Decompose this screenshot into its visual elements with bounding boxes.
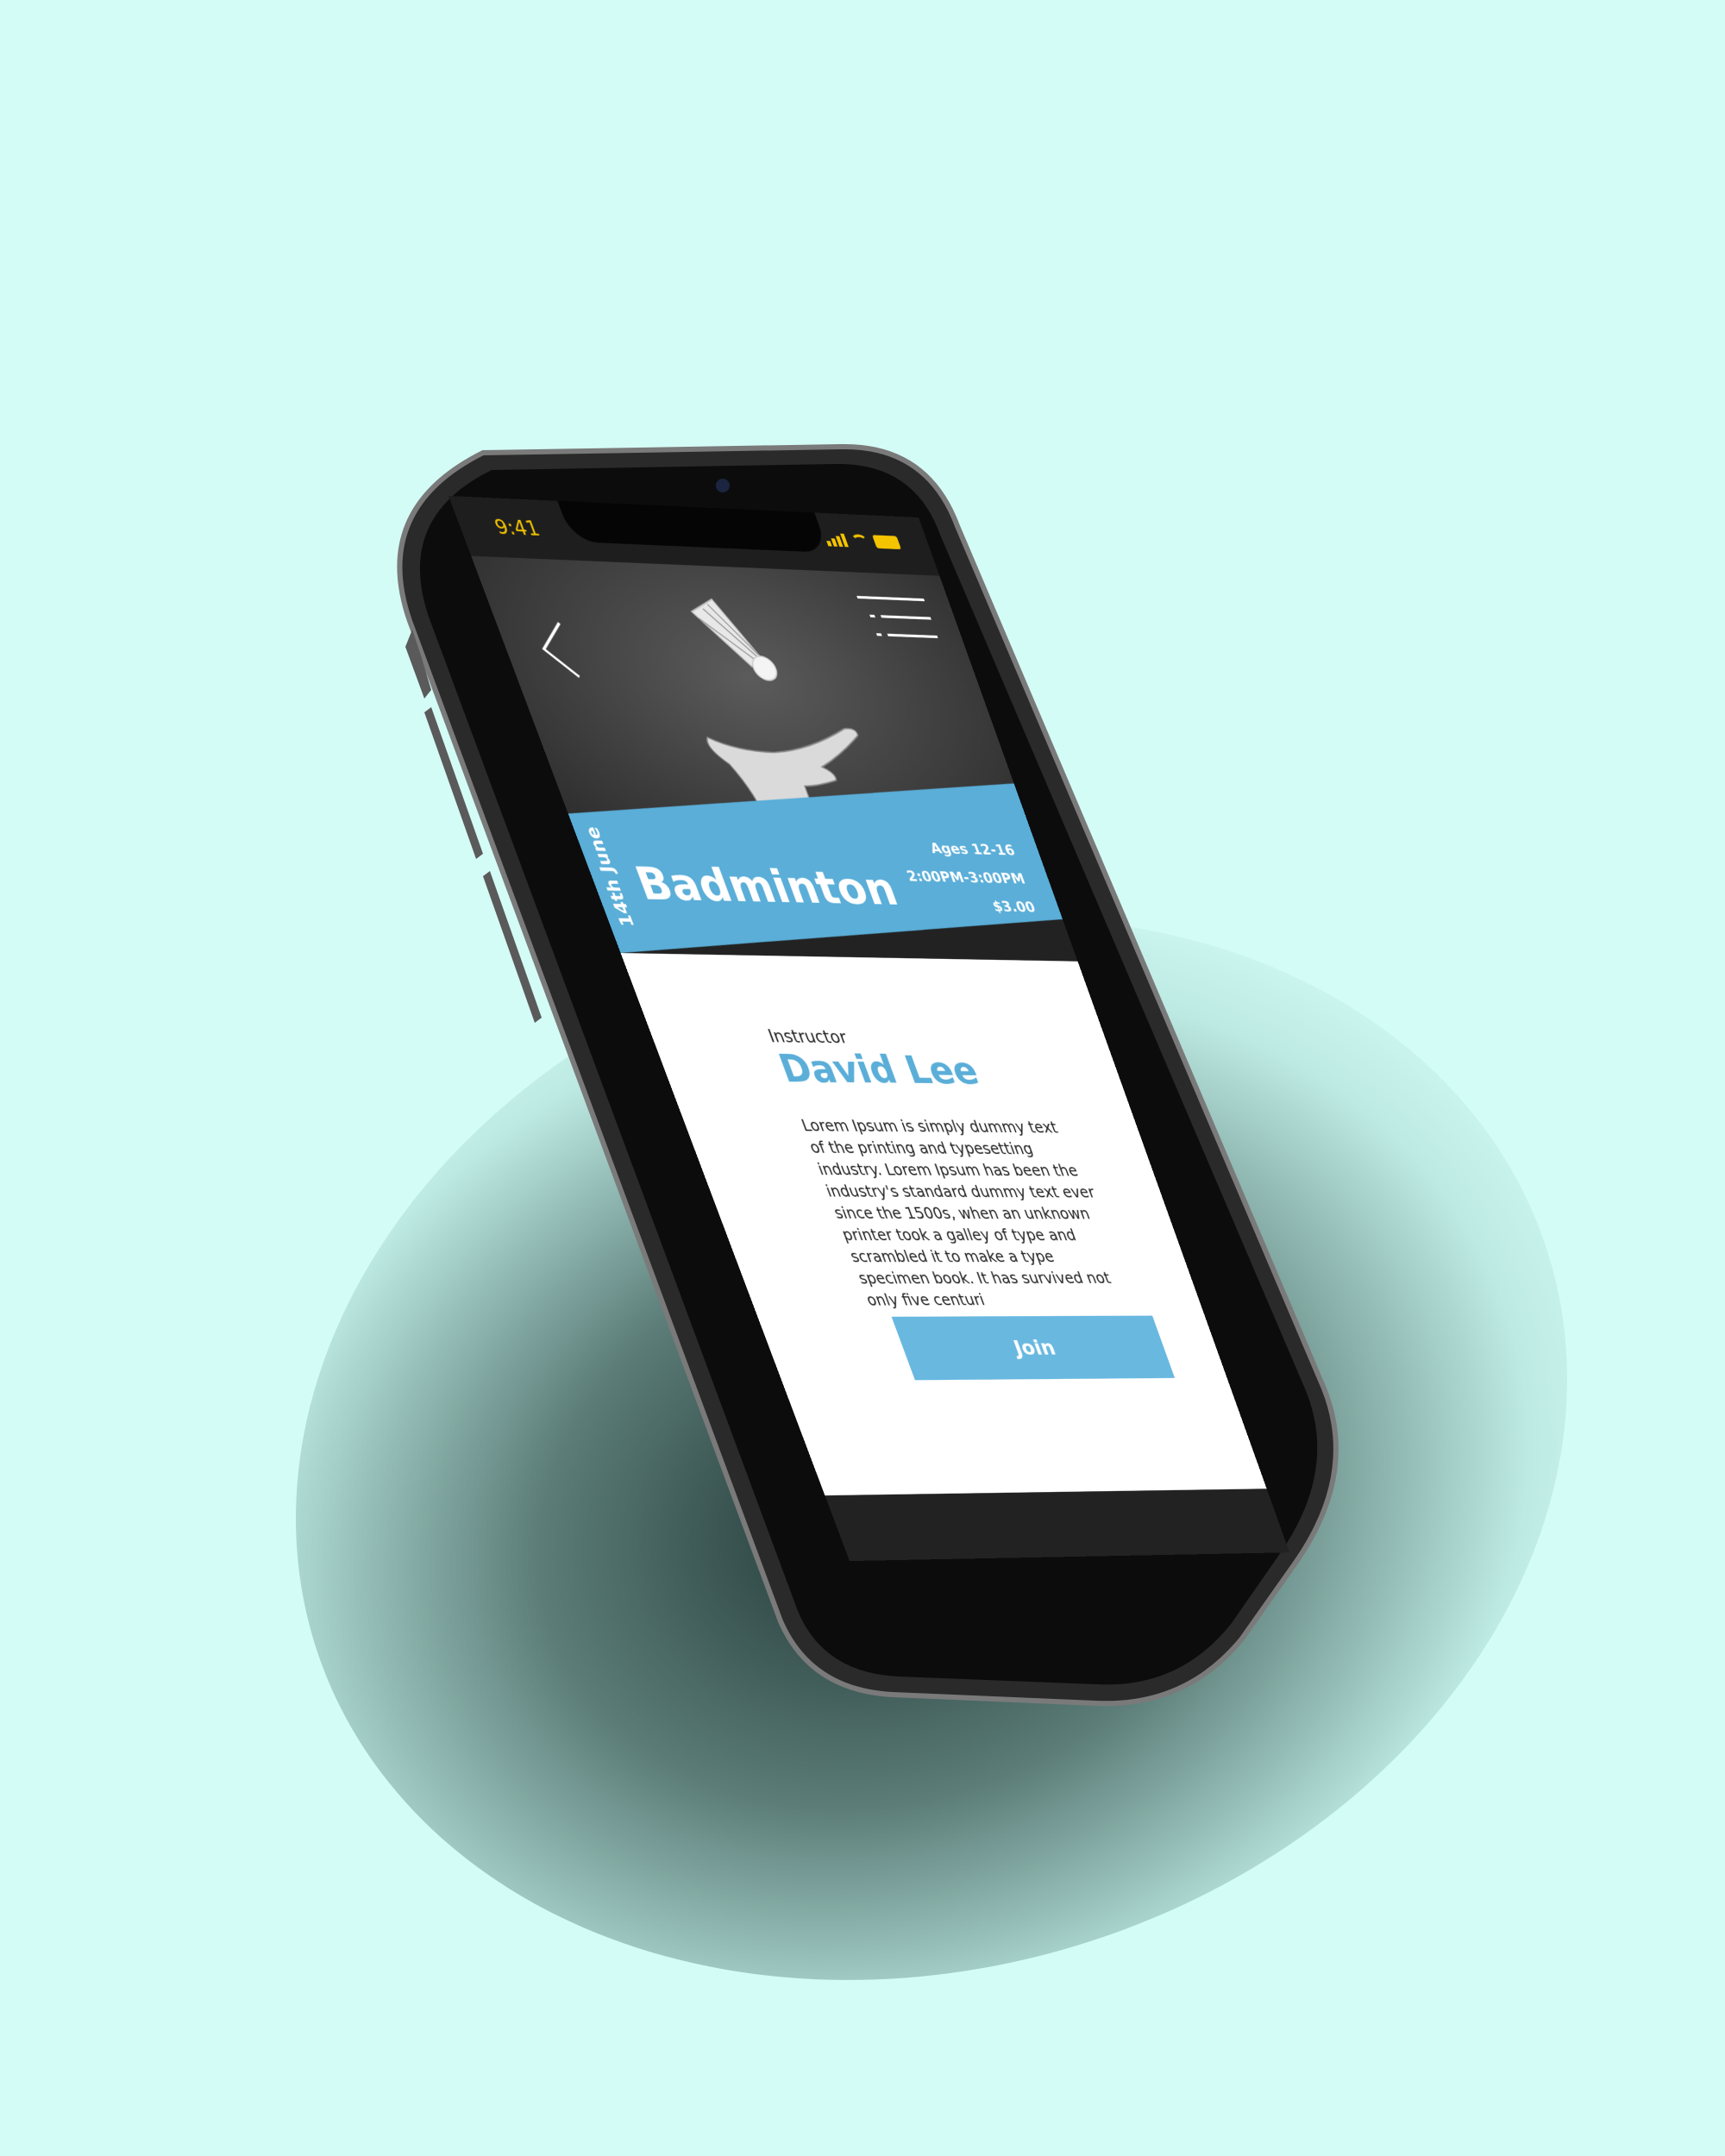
event-price: $3.00 xyxy=(913,892,1039,923)
status-icons xyxy=(824,533,901,549)
front-camera xyxy=(716,479,730,492)
shuttlecock-icon xyxy=(672,591,802,694)
instructor-description: Lorem Ipsum is simply dummy text of the … xyxy=(798,1115,1138,1312)
event-meta: Ages 12-16 2:00PM-3:00PM $3.00 xyxy=(892,834,1040,923)
wifi-icon xyxy=(850,534,870,548)
signal-icon xyxy=(824,533,849,548)
battery-icon xyxy=(872,535,901,549)
event-title: Badminton xyxy=(629,858,905,916)
list-menu-icon[interactable] xyxy=(856,592,942,647)
mockup-stage: 9:41 14th June Badminton Ages 12-16 2:00… xyxy=(0,0,1725,2156)
join-button[interactable]: Join xyxy=(892,1316,1175,1381)
status-time: 9:41 xyxy=(492,515,543,541)
event-ages: Ages 12-16 xyxy=(892,834,1019,866)
instructor-name: David Lee xyxy=(773,1047,984,1093)
instructor-label: Instructor xyxy=(766,1027,850,1048)
event-time: 2:00PM-3:00PM xyxy=(902,862,1030,893)
event-banner: 14th June Badminton Ages 12-16 2:00PM-3:… xyxy=(568,783,1063,953)
bottom-bar xyxy=(825,1489,1289,1561)
back-chevron-icon[interactable] xyxy=(526,618,587,680)
